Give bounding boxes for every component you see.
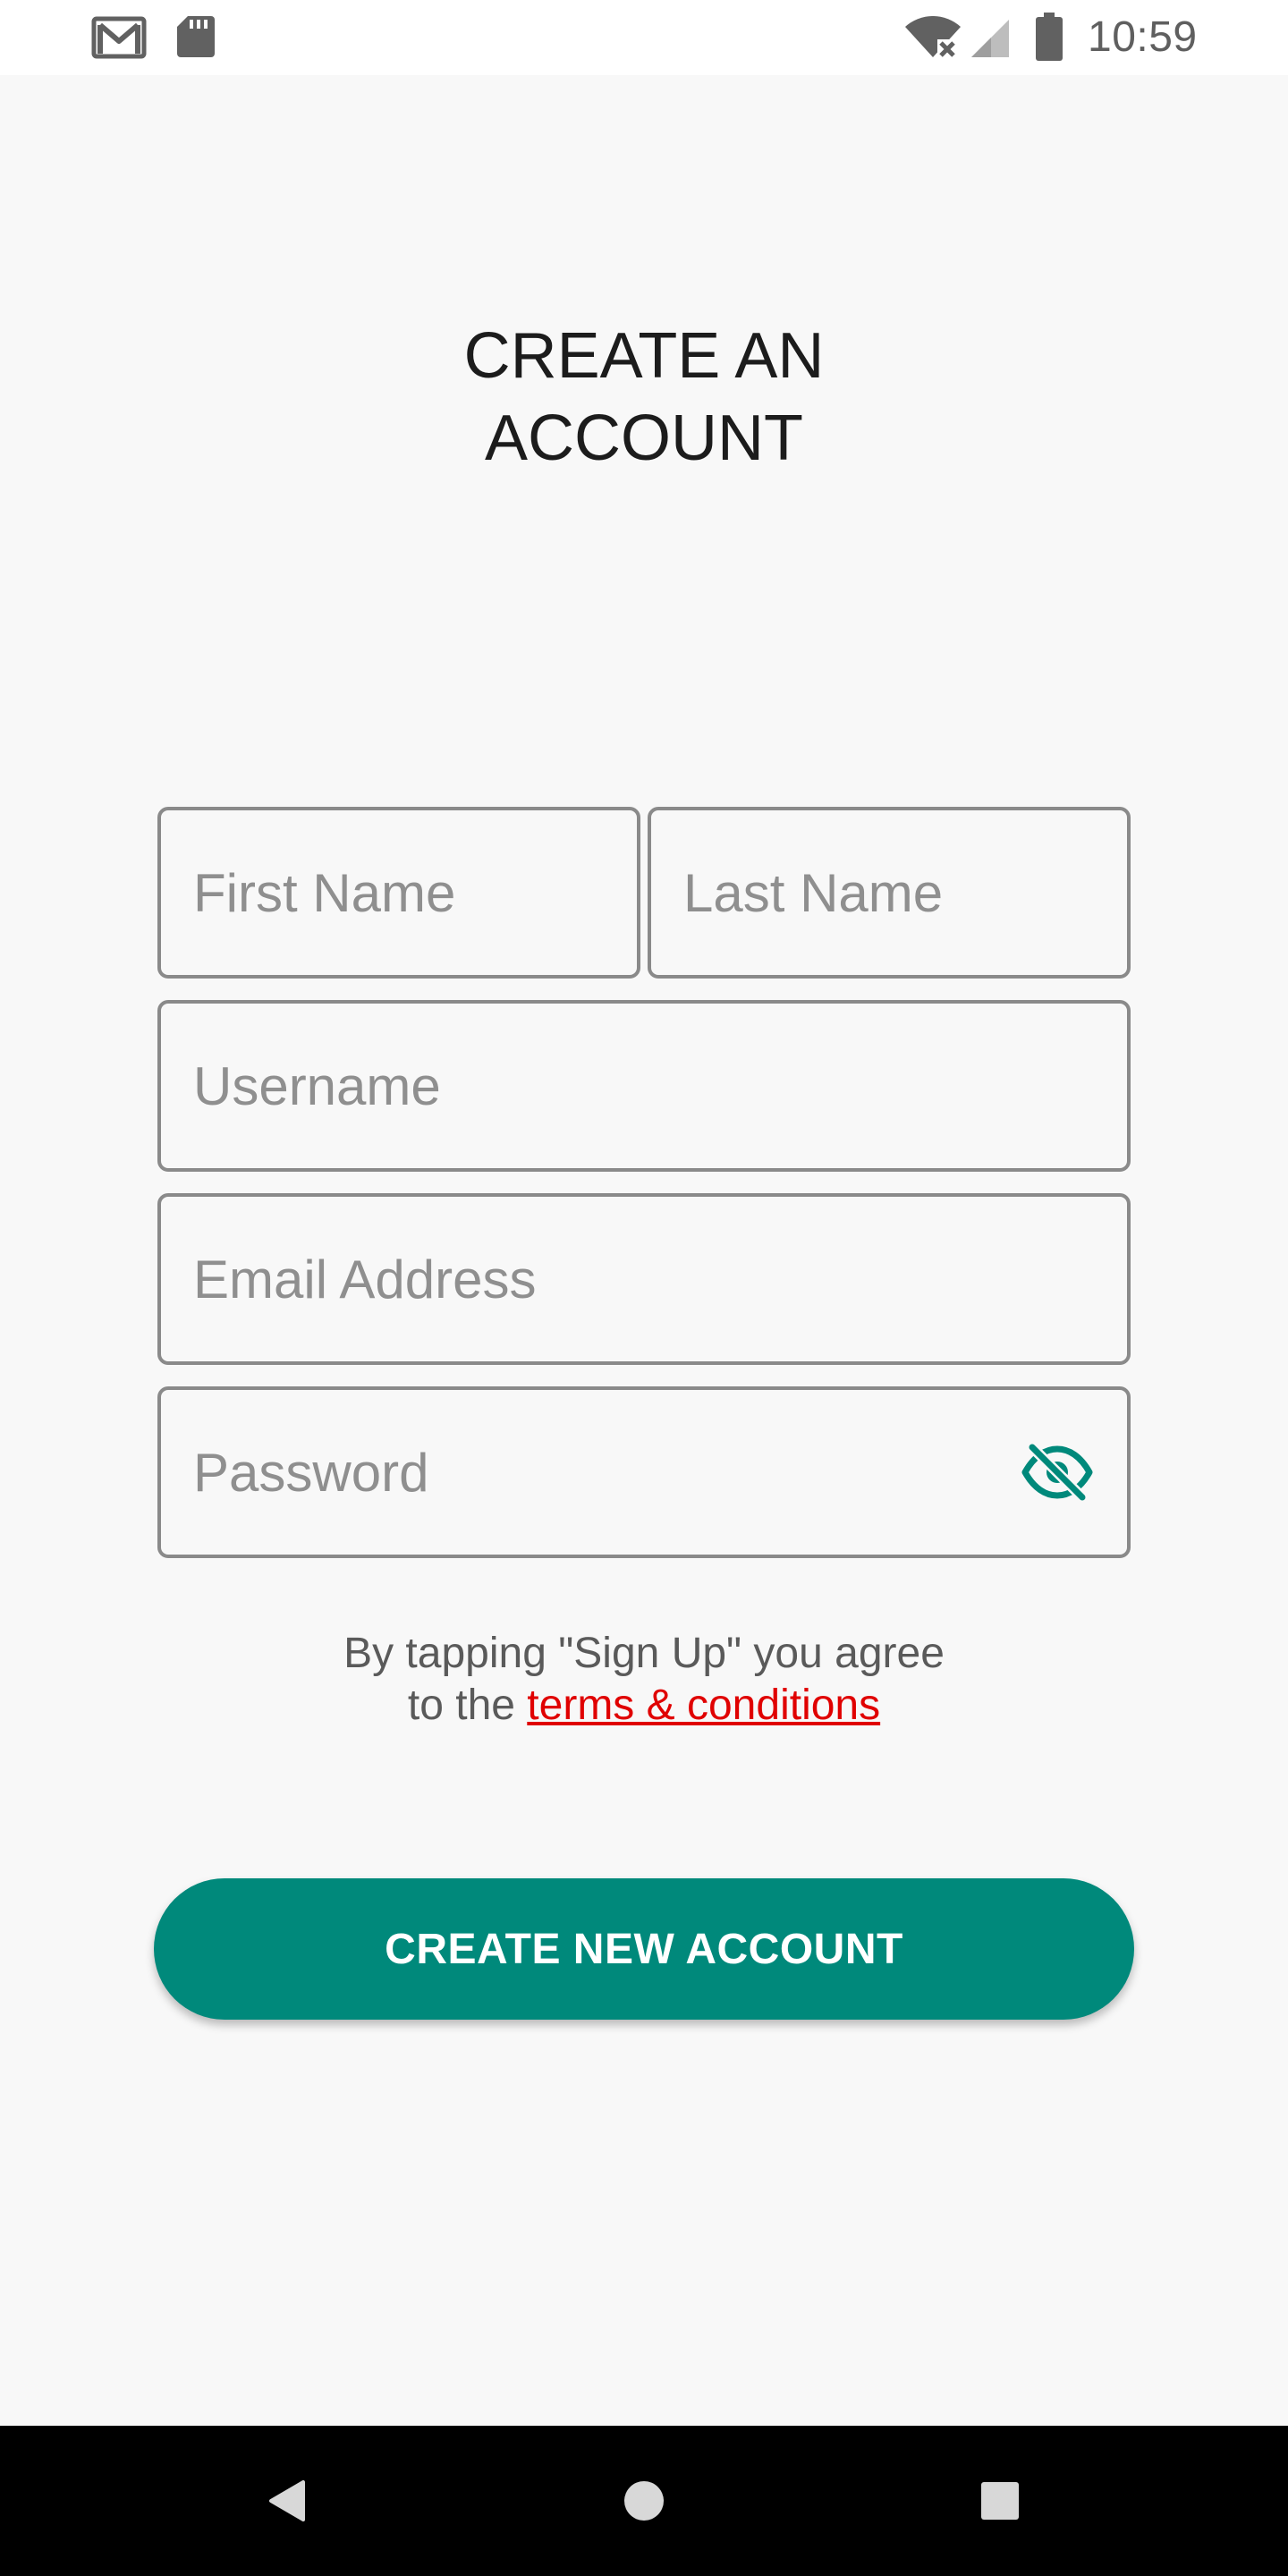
sd-card-icon xyxy=(177,16,215,57)
first-name-field[interactable]: First Name xyxy=(157,807,640,979)
navigation-bar xyxy=(0,2426,1288,2576)
back-icon xyxy=(269,2480,305,2521)
create-new-account-button[interactable]: CREATE NEW ACCOUNT xyxy=(154,1878,1134,2020)
terms-line-1: By tapping "Sign Up" you agree xyxy=(343,1630,945,1677)
home-button[interactable] xyxy=(572,2426,716,2576)
password-placeholder: Password xyxy=(193,1442,429,1503)
page-title-line-2: ACCOUNT xyxy=(485,402,803,474)
status-bar: 10:59 xyxy=(0,0,1288,75)
page-title: CREATE AN ACCOUNT xyxy=(376,315,912,479)
email-placeholder: Email Address xyxy=(193,1249,537,1309)
terms-prefix: to the xyxy=(407,1682,528,1729)
cell-signal-icon xyxy=(971,20,1009,57)
recents-icon xyxy=(981,2482,1019,2520)
terms-conditions-link[interactable]: terms & conditions xyxy=(527,1682,880,1729)
last-name-placeholder: Last Name xyxy=(683,862,944,923)
username-placeholder: Username xyxy=(193,1055,441,1116)
status-time: 10:59 xyxy=(1088,13,1198,61)
gmail-icon xyxy=(91,16,147,59)
last-name-field[interactable]: Last Name xyxy=(648,807,1131,979)
eye-off-icon[interactable] xyxy=(1021,1442,1093,1503)
username-field[interactable]: Username xyxy=(157,1000,1131,1172)
home-icon xyxy=(624,2481,664,2521)
password-field[interactable]: Password xyxy=(157,1386,1131,1558)
email-field[interactable]: Email Address xyxy=(157,1193,1131,1365)
page-title-line-1: CREATE AN xyxy=(463,320,825,392)
recents-button[interactable] xyxy=(928,2426,1072,2576)
battery-icon xyxy=(1036,13,1063,61)
terms-line-2: to the terms & conditions xyxy=(197,1680,1091,1732)
first-name-placeholder: First Name xyxy=(193,862,456,923)
back-button[interactable] xyxy=(215,2426,358,2576)
terms-text: By tapping "Sign Up" you agree to the te… xyxy=(197,1628,1091,1732)
wifi-off-icon xyxy=(905,16,961,59)
